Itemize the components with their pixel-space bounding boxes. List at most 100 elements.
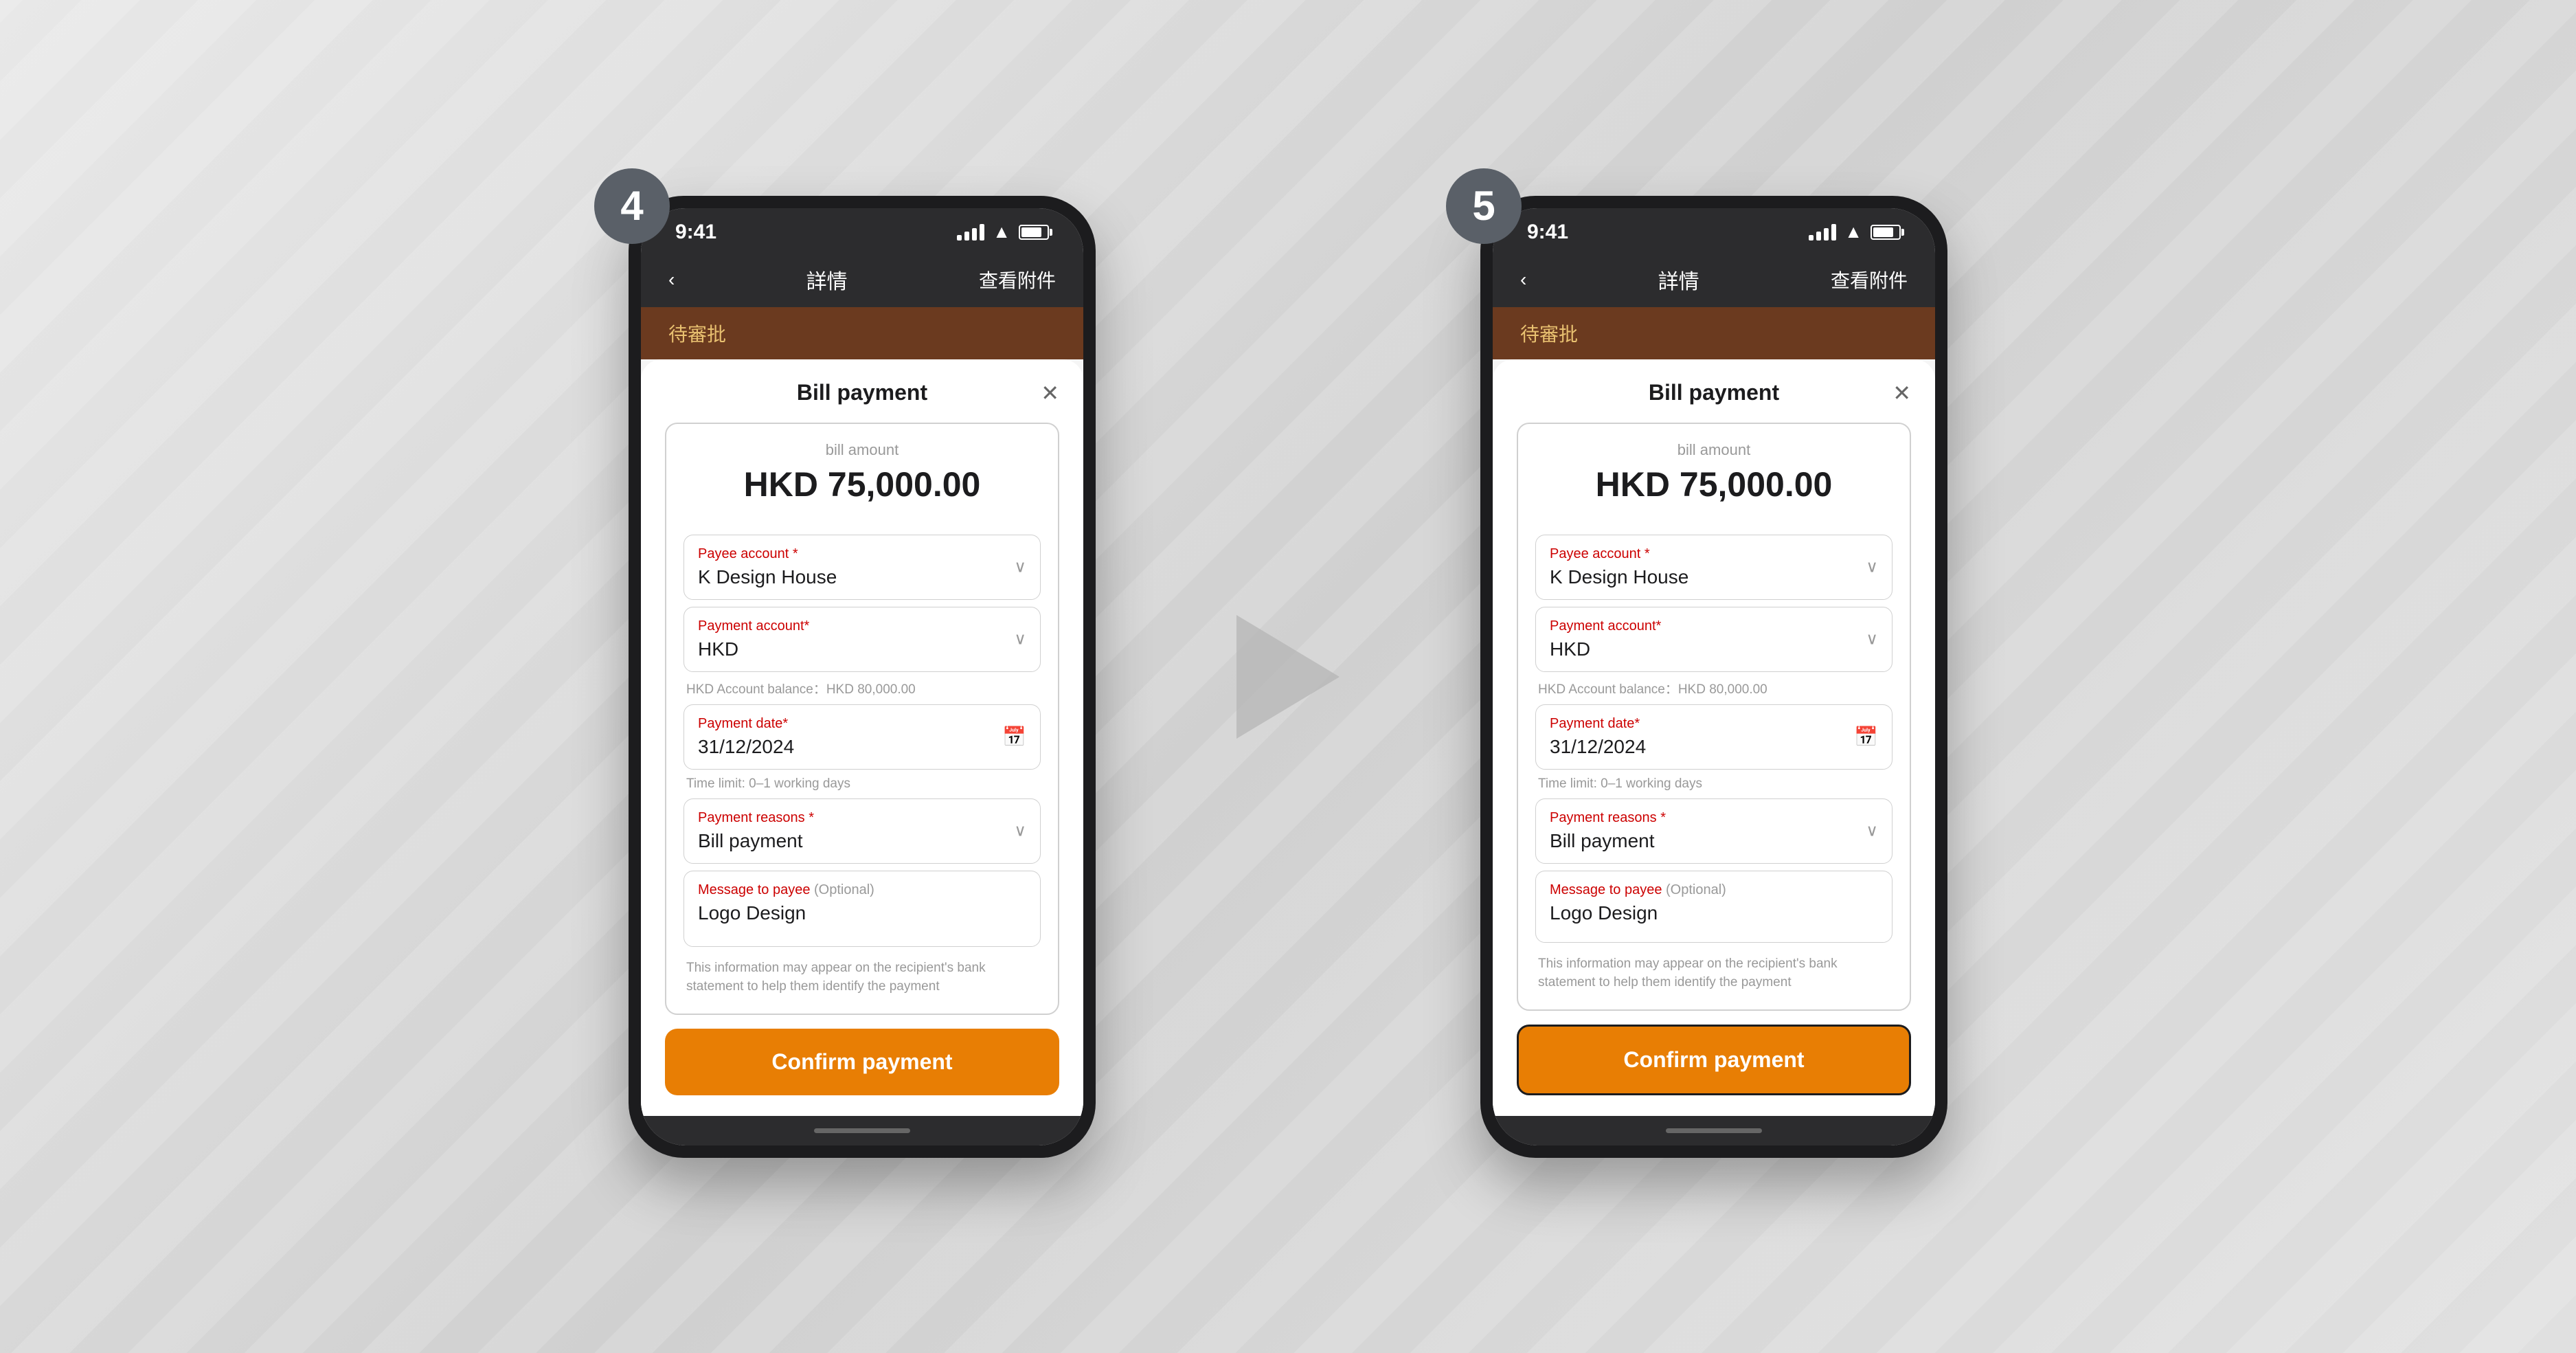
phone5-frame: 9:41 ▲ — [1480, 196, 1947, 1158]
signal-icon-5 — [1809, 224, 1836, 241]
payment-date-value-5: 31/12/2024 — [1550, 736, 1878, 758]
modal-header-5: Bill payment ✕ — [1517, 380, 1911, 405]
message-label-5: Message to payee (Optional) — [1550, 882, 1878, 898]
confirm-payment-button-5[interactable]: Confirm payment — [1517, 1025, 1911, 1095]
payment-reasons-field-4[interactable]: Payment reasons * Bill payment ∨ — [683, 798, 1041, 864]
payment-account-value-4: HKD — [698, 638, 1026, 660]
modal-sheet-4: Bill payment ✕ bill amount HKD 75,000.00 — [641, 359, 1083, 1116]
back-button-5[interactable]: ‹ — [1520, 269, 1526, 291]
status-time-5: 9:41 — [1527, 221, 1568, 244]
payment-date-value-4: 31/12/2024 — [698, 736, 1026, 758]
payment-date-field-4[interactable]: Payment date* 31/12/2024 📅 — [683, 704, 1041, 770]
wifi-icon-4: ▲ — [993, 221, 1010, 243]
time-limit-hint-4: Time limit: 0–1 working days — [683, 776, 1041, 792]
payment-reasons-label-5: Payment reasons * — [1550, 810, 1878, 826]
calendar-icon-5[interactable]: 📅 — [1854, 726, 1878, 748]
payment-account-label-5: Payment account* — [1550, 618, 1878, 634]
reasons-chevron-icon-4: ∨ — [1014, 821, 1026, 841]
home-indicator-5 — [1493, 1116, 1935, 1145]
screen4-wrapper: 4 9:41 ▲ — [629, 196, 1096, 1158]
payment-account-label-4: Payment account* — [698, 618, 1026, 634]
message-label-4: Message to payee (Optional) — [698, 882, 1026, 898]
message-field-4[interactable]: Message to payee (Optional) Logo Design — [683, 871, 1041, 948]
home-bar-4 — [814, 1128, 910, 1133]
amount-section-5: bill amount HKD 75,000.00 — [1535, 441, 1893, 519]
nav-bar-5: ‹ 詳情 查看附件 — [1493, 252, 1935, 307]
confirm-payment-button-4[interactable]: Confirm payment — [665, 1029, 1059, 1095]
pending-banner-5: 待審批 — [1493, 307, 1935, 359]
status-icons-5: ▲ — [1809, 221, 1901, 243]
payment-reasons-value-4: Bill payment — [698, 830, 1026, 852]
form-card-4: bill amount HKD 75,000.00 Payee account … — [665, 423, 1059, 1015]
message-hint-5: This information may appear on the recip… — [1535, 955, 1893, 992]
status-time-4: 9:41 — [675, 221, 716, 244]
payment-account-chevron-icon-5: ∨ — [1866, 629, 1878, 649]
status-bar-5: 9:41 ▲ — [1493, 208, 1935, 252]
payment-date-field-5[interactable]: Payment date* 31/12/2024 📅 — [1535, 704, 1893, 770]
screen5-wrapper: 5 9:41 ▲ — [1480, 196, 1947, 1158]
message-hint-4: This information may appear on the recip… — [683, 959, 1041, 996]
arrow-shape — [1236, 615, 1340, 739]
payment-date-label-4: Payment date* — [698, 716, 1026, 732]
reasons-chevron-icon-5: ∨ — [1866, 821, 1878, 841]
modal-area-4: Bill payment ✕ bill amount HKD 75,000.00 — [641, 359, 1083, 1116]
pending-text-4: 待審批 — [668, 324, 726, 345]
phone4-inner: 9:41 ▲ — [641, 208, 1083, 1145]
message-value-5: Logo Design — [1550, 902, 1878, 924]
time-limit-hint-5: Time limit: 0–1 working days — [1535, 776, 1893, 792]
modal-title-4: Bill payment — [797, 380, 927, 405]
modal-title-5: Bill payment — [1649, 380, 1779, 405]
page-container: 4 9:41 ▲ — [629, 196, 1947, 1158]
pending-banner-4: 待審批 — [641, 307, 1083, 359]
message-field-5[interactable]: Message to payee (Optional) Logo Design — [1535, 871, 1893, 943]
payee-account-value-4: K Design House — [698, 566, 1026, 588]
modal-header-4: Bill payment ✕ — [665, 380, 1059, 405]
view-attachment-button-5[interactable]: 查看附件 — [1831, 266, 1908, 293]
nav-bar-4: ‹ 詳情 查看附件 — [641, 252, 1083, 307]
payment-account-field-4[interactable]: Payment account* HKD ∨ — [683, 607, 1041, 672]
amount-label-4: bill amount — [683, 441, 1041, 459]
modal-sheet-5: Bill payment ✕ bill amount HKD 75,000.00 — [1493, 359, 1935, 1116]
payee-chevron-icon-5: ∨ — [1866, 557, 1878, 577]
nav-title-4: 詳情 — [806, 265, 848, 295]
status-bar-4: 9:41 ▲ — [641, 208, 1083, 252]
payee-account-value-5: K Design House — [1550, 566, 1878, 588]
phone5-inner: 9:41 ▲ — [1493, 208, 1935, 1145]
balance-hint-4: HKD Account balance：HKD 80,000.00 — [683, 679, 1041, 697]
amount-label-5: bill amount — [1535, 441, 1893, 459]
modal-close-4[interactable]: ✕ — [1041, 380, 1059, 406]
payee-account-label-5: Payee account * — [1550, 546, 1878, 562]
battery-icon-5 — [1871, 225, 1901, 240]
pending-text-5: 待審批 — [1520, 324, 1578, 345]
payment-account-chevron-icon-4: ∨ — [1014, 629, 1026, 649]
back-button-4[interactable]: ‹ — [668, 269, 675, 291]
payee-chevron-icon-4: ∨ — [1014, 557, 1026, 577]
payment-reasons-field-5[interactable]: Payment reasons * Bill payment ∨ — [1535, 798, 1893, 864]
step-arrow — [1219, 615, 1357, 739]
payment-account-value-5: HKD — [1550, 638, 1878, 660]
modal-area-5: Bill payment ✕ bill amount HKD 75,000.00 — [1493, 359, 1935, 1116]
signal-icon-4 — [957, 224, 984, 241]
payee-account-field-4[interactable]: Payee account * K Design House ∨ — [683, 535, 1041, 600]
step4-badge: 4 — [594, 168, 670, 244]
balance-hint-5: HKD Account balance：HKD 80,000.00 — [1535, 679, 1893, 697]
phone4-frame: 9:41 ▲ — [629, 196, 1096, 1158]
home-bar-5 — [1666, 1128, 1762, 1133]
calendar-icon-4[interactable]: 📅 — [1002, 726, 1026, 748]
message-value-4: Logo Design — [698, 902, 1026, 924]
status-icons-4: ▲ — [957, 221, 1049, 243]
payment-reasons-label-4: Payment reasons * — [698, 810, 1026, 826]
nav-title-5: 詳情 — [1658, 265, 1699, 295]
modal-close-5[interactable]: ✕ — [1893, 380, 1911, 406]
view-attachment-button-4[interactable]: 查看附件 — [979, 266, 1056, 293]
payee-account-label-4: Payee account * — [698, 546, 1026, 562]
battery-icon-4 — [1019, 225, 1049, 240]
payment-account-field-5[interactable]: Payment account* HKD ∨ — [1535, 607, 1893, 672]
step5-badge: 5 — [1446, 168, 1522, 244]
amount-value-4: HKD 75,000.00 — [683, 465, 1041, 504]
amount-section-4: bill amount HKD 75,000.00 — [683, 441, 1041, 519]
wifi-icon-5: ▲ — [1844, 221, 1862, 243]
payment-date-label-5: Payment date* — [1550, 716, 1878, 732]
payment-reasons-value-5: Bill payment — [1550, 830, 1878, 852]
payee-account-field-5[interactable]: Payee account * K Design House ∨ — [1535, 535, 1893, 600]
